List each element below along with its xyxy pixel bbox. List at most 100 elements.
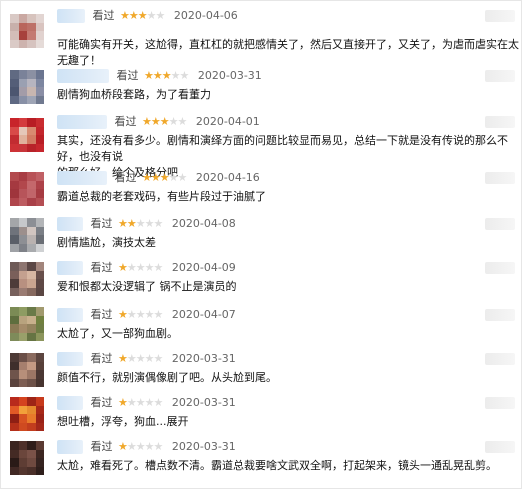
- avatar-pixel: [18, 172, 27, 181]
- avatar[interactable]: [10, 262, 44, 296]
- avatar-pixel: [10, 324, 19, 333]
- comment-meta: 看过 ★★★★★ 2020-04-01: [57, 114, 260, 130]
- username[interactable]: [57, 308, 83, 322]
- star-empty-icon: ★: [126, 440, 137, 453]
- avatar[interactable]: [10, 218, 44, 252]
- username[interactable]: [57, 69, 109, 83]
- rating-stars: ★★★★★: [118, 260, 163, 276]
- star-filled-icon: ★: [118, 396, 128, 409]
- username[interactable]: [57, 440, 83, 454]
- comment-item: 看过 ★★★★★ 2020-03-31 剧情狗血桥段套路，为了看董力: [1, 68, 521, 108]
- username[interactable]: [57, 171, 107, 185]
- comment-text-line: 想吐槽，浮夸，狗血...展开: [57, 415, 189, 428]
- avatar-pixel: [35, 118, 44, 127]
- avatar-pixel: [10, 466, 19, 475]
- avatar-pixel: [35, 315, 44, 324]
- avatar[interactable]: [10, 70, 44, 104]
- star-empty-icon: ★: [170, 69, 181, 82]
- avatar-pixel: [18, 135, 27, 144]
- star-filled-icon: ★: [161, 69, 172, 82]
- star-empty-icon: ★: [135, 261, 146, 274]
- avatar[interactable]: [10, 14, 44, 48]
- star-empty-icon: ★: [126, 352, 137, 365]
- avatar-pixel: [18, 287, 27, 296]
- comment-date: 2020-03-31: [171, 352, 236, 365]
- watch-status: 看过: [90, 352, 113, 365]
- avatar[interactable]: [10, 397, 44, 431]
- watch-status: 看过: [90, 217, 113, 230]
- vote-count[interactable]: [485, 10, 515, 22]
- avatar-pixel: [27, 466, 36, 475]
- avatar-pixel: [10, 22, 19, 31]
- avatar-pixel: [27, 287, 36, 296]
- avatar-pixel: [18, 39, 27, 48]
- avatar-pixel: [18, 353, 27, 362]
- comment-meta: 看过 ★★★★★ 2020-04-16: [57, 170, 260, 186]
- vote-count[interactable]: [485, 397, 515, 409]
- avatar[interactable]: [10, 118, 44, 152]
- avatar-pixel: [10, 180, 19, 189]
- avatar-pixel: [10, 243, 19, 252]
- username[interactable]: [57, 396, 83, 410]
- star-empty-icon: ★: [144, 217, 155, 230]
- star-empty-icon: ★: [177, 115, 188, 128]
- vote-count[interactable]: [485, 116, 515, 128]
- avatar-pixel: [27, 405, 36, 414]
- avatar[interactable]: [10, 353, 44, 387]
- comment-date: 2020-04-16: [195, 171, 260, 184]
- star-empty-icon: ★: [153, 440, 164, 453]
- star-empty-icon: ★: [168, 171, 179, 184]
- avatar-pixel: [27, 353, 36, 362]
- avatar-pixel: [27, 243, 36, 252]
- avatar-pixel: [18, 95, 27, 104]
- vote-count[interactable]: [485, 172, 515, 184]
- avatar-pixel: [18, 441, 27, 450]
- watch-status: 看过: [90, 396, 113, 409]
- avatar-pixel: [18, 307, 27, 316]
- star-filled-icon: ★: [150, 171, 161, 184]
- star-empty-icon: ★: [135, 396, 146, 409]
- comment-item: 看过 ★★★★★ 2020-03-31 想吐槽，浮夸，狗血...展开: [1, 395, 521, 435]
- username[interactable]: [57, 261, 83, 275]
- avatar-pixel: [18, 243, 27, 252]
- star-empty-icon: ★: [153, 217, 164, 230]
- comment-text: 爱和恨都太没逻辑了 锅不止是演员的: [57, 279, 237, 295]
- avatar-pixel: [27, 315, 36, 324]
- star-empty-icon: ★: [135, 440, 146, 453]
- avatar-pixel: [18, 78, 27, 87]
- vote-count[interactable]: [485, 353, 515, 365]
- vote-count[interactable]: [485, 218, 515, 230]
- watch-status: 看过: [90, 308, 113, 321]
- avatar-pixel: [27, 279, 36, 288]
- avatar-pixel: [18, 361, 27, 370]
- avatar-pixel: [18, 197, 27, 206]
- username[interactable]: [57, 115, 107, 129]
- avatar-pixel: [27, 414, 36, 423]
- avatar[interactable]: [10, 307, 44, 341]
- rating-stars: ★★★★★: [142, 170, 187, 186]
- vote-count[interactable]: [485, 262, 515, 274]
- username[interactable]: [57, 9, 85, 23]
- avatar[interactable]: [10, 172, 44, 206]
- avatar-pixel: [35, 243, 44, 252]
- comment-text-line: 其实，还没有看多少。剧情和演绎方面的问题比较显而易见，总结一下就是没有传说的那么…: [57, 134, 508, 163]
- avatar-pixel: [10, 270, 19, 279]
- username[interactable]: [57, 352, 83, 366]
- vote-count[interactable]: [485, 441, 515, 453]
- star-empty-icon: ★: [135, 217, 146, 230]
- avatar-pixel: [35, 262, 44, 271]
- avatar-pixel: [18, 279, 27, 288]
- avatar-pixel: [35, 449, 44, 458]
- avatar[interactable]: [10, 441, 44, 475]
- vote-count[interactable]: [485, 309, 515, 321]
- avatar-pixel: [35, 172, 44, 181]
- star-empty-icon: ★: [153, 352, 164, 365]
- username[interactable]: [57, 217, 83, 231]
- avatar-pixel: [27, 307, 36, 316]
- comment-text: 想吐槽，浮夸，狗血...展开: [57, 414, 189, 430]
- avatar-pixel: [35, 226, 44, 235]
- avatar-pixel: [18, 126, 27, 135]
- comment-text-line: 霸道总裁的老套戏码，有些片段过于油腻了: [57, 190, 266, 203]
- star-filled-icon: ★: [128, 9, 139, 22]
- vote-count[interactable]: [485, 70, 515, 82]
